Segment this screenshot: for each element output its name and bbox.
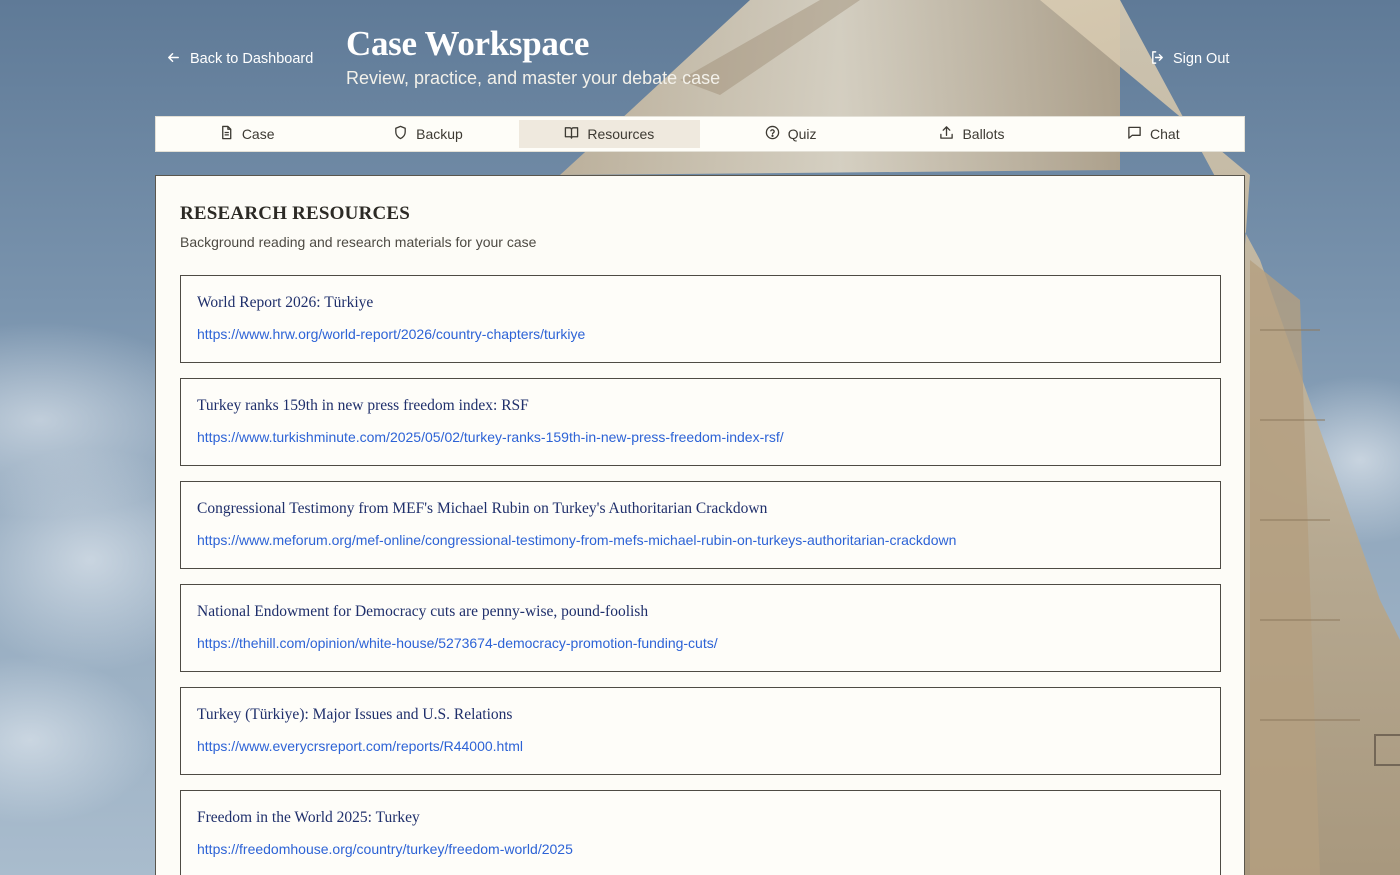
resource-card: National Endowment for Democracy cuts ar… (180, 584, 1221, 672)
arrow-left-icon (166, 50, 181, 69)
sign-out-button[interactable]: Sign Out (1150, 48, 1229, 70)
resource-card: Turkey ranks 159th in new press freedom … (180, 378, 1221, 466)
resource-title-link[interactable]: Turkey ranks 159th in new press freedom … (197, 397, 529, 415)
back-to-dashboard-link[interactable]: Back to Dashboard (166, 48, 313, 70)
sign-out-label: Sign Out (1173, 51, 1230, 67)
tab-backup-label: Backup (416, 126, 463, 142)
tab-case-label: Case (241, 126, 275, 142)
resource-url-link[interactable]: https://www.meforum.org/mef-online/congr… (197, 532, 956, 548)
workspace-tabs: Case Backup Resources Quiz Ballots Chat (155, 116, 1245, 152)
tab-quiz-label: Quiz (787, 126, 817, 142)
resource-url-link[interactable]: https://www.turkishminute.com/2025/05/02… (197, 429, 784, 445)
resource-title-link[interactable]: Congressional Testimony from MEF's Micha… (197, 500, 767, 518)
tab-case[interactable]: Case (156, 117, 337, 151)
page-title: Case Workspace (346, 24, 590, 63)
resource-url-link[interactable]: https://www.everycrsreport.com/reports/R… (197, 738, 523, 754)
question-circle-icon (765, 125, 780, 143)
tab-backup[interactable]: Backup (337, 117, 518, 151)
resource-title-link[interactable]: World Report 2026: Türkiye (197, 294, 373, 312)
shield-icon (393, 125, 408, 143)
upload-icon (939, 125, 954, 143)
resource-card: Turkey (Türkiye): Major Issues and U.S. … (180, 687, 1221, 775)
resource-title-link[interactable]: Freedom in the World 2025: Turkey (197, 809, 420, 827)
resource-card: World Report 2026: Türkiye https://www.h… (180, 275, 1221, 363)
resource-card: Congressional Testimony from MEF's Micha… (180, 481, 1221, 569)
back-to-dashboard-label: Back to Dashboard (190, 51, 314, 67)
resource-card: Freedom in the World 2025: Turkey https:… (180, 790, 1221, 875)
sign-out-icon (1150, 50, 1165, 69)
resources-heading: RESEARCH RESOURCES (180, 203, 411, 224)
resource-title-link[interactable]: Turkey (Türkiye): Major Issues and U.S. … (197, 706, 512, 724)
chat-bubble-icon (1127, 125, 1142, 143)
resource-url-link[interactable]: https://thehill.com/opinion/white-house/… (197, 635, 718, 651)
tab-ballots[interactable]: Ballots (881, 117, 1062, 151)
tab-resources[interactable]: Resources (518, 120, 700, 148)
resources-panel: RESEARCH RESOURCES Background reading an… (155, 175, 1245, 875)
resources-description: Background reading and research material… (180, 234, 537, 250)
book-open-icon (564, 125, 579, 143)
tab-ballots-label: Ballots (962, 126, 1005, 142)
tab-chat-label: Chat (1150, 126, 1180, 142)
resource-url-link[interactable]: https://freedomhouse.org/country/turkey/… (197, 841, 573, 857)
document-icon (219, 125, 234, 143)
tab-quiz[interactable]: Quiz (700, 117, 881, 151)
page-header: Back to Dashboard Case Workspace Review,… (0, 0, 1400, 110)
resource-title-link[interactable]: National Endowment for Democracy cuts ar… (197, 603, 648, 621)
tab-chat[interactable]: Chat (1063, 117, 1244, 151)
tab-resources-label: Resources (587, 126, 655, 142)
page-subtitle: Review, practice, and master your debate… (346, 68, 721, 88)
resource-url-link[interactable]: https://www.hrw.org/world-report/2026/co… (197, 326, 585, 342)
